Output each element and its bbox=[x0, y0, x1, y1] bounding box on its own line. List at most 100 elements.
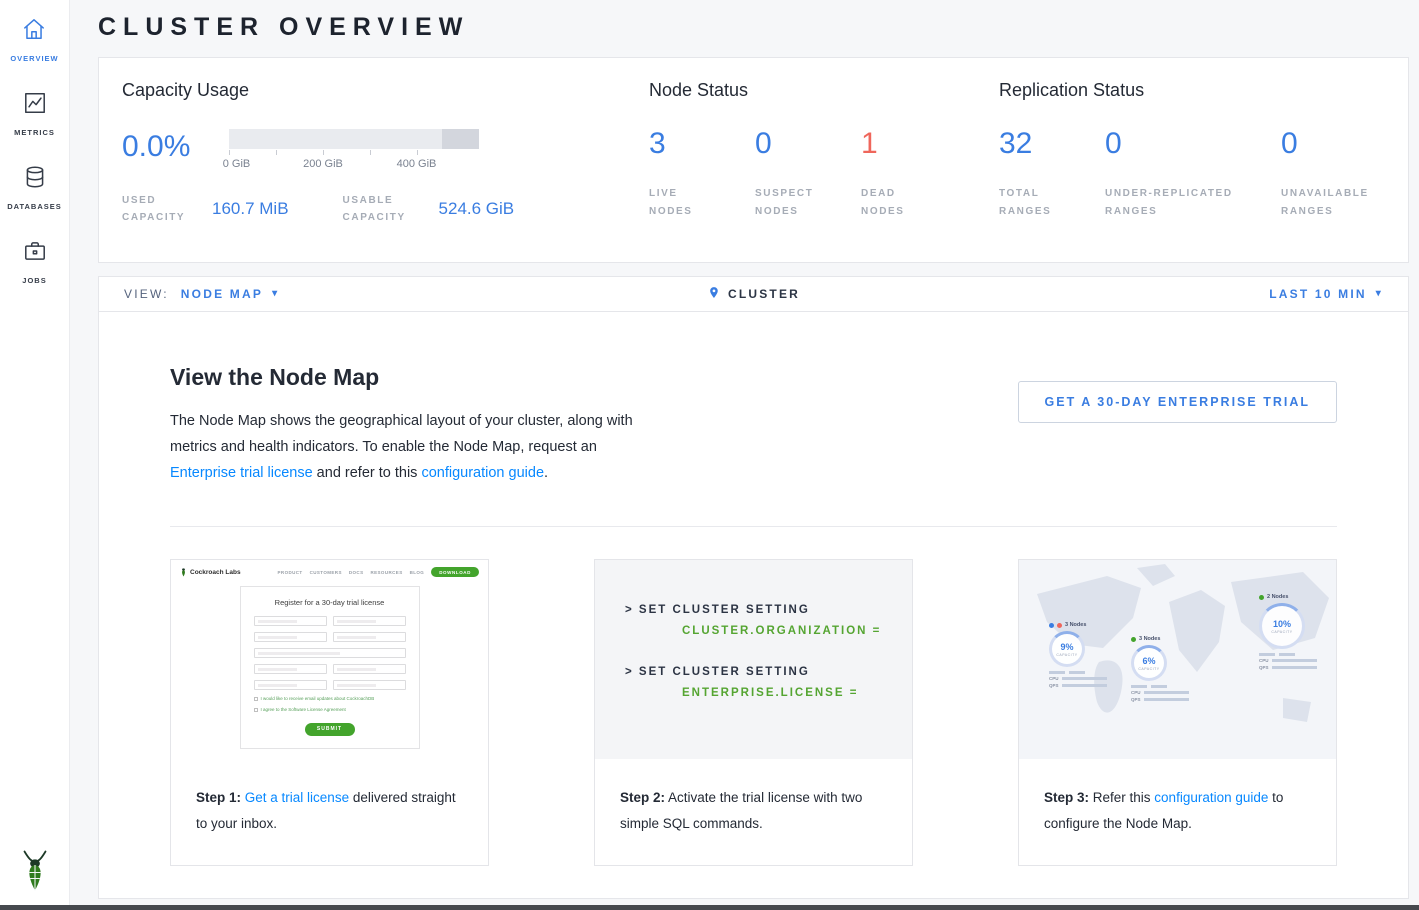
map-cluster: 3 Nodes 9% CAPACITY CPU QPS bbox=[1049, 622, 1107, 688]
get-trial-license-link[interactable]: Get a trial license bbox=[245, 790, 349, 805]
breadcrumb-cluster: CLUSTER bbox=[707, 285, 800, 303]
dead-nodes-count: 1 bbox=[861, 129, 967, 159]
page-title: CLUSTER OVERVIEW bbox=[98, 0, 1409, 57]
sidebar-item-label: JOBS bbox=[22, 276, 46, 285]
usable-capacity-label: USABLE CAPACITY bbox=[343, 192, 431, 226]
sidebar-item-overview[interactable]: OVERVIEW bbox=[10, 16, 58, 63]
step1-card: Cockroach Labs PRODUCT CUSTOMERS DOCS RE… bbox=[170, 559, 489, 866]
section-title: Capacity Usage bbox=[122, 80, 626, 101]
capacity-donut: 6% CAPACITY bbox=[1131, 645, 1167, 681]
mini-download-button: DOWNLOAD bbox=[431, 567, 479, 577]
sidebar-item-metrics[interactable]: METRICS bbox=[14, 90, 55, 137]
node-map-description: The Node Map shows the geographical layo… bbox=[170, 408, 633, 486]
step3-node-map-preview: 3 Nodes 9% CAPACITY CPU QPS bbox=[1019, 560, 1336, 759]
enterprise-trial-license-link[interactable]: Enterprise trial license bbox=[170, 465, 313, 481]
sidebar-item-databases[interactable]: DATABASES bbox=[7, 164, 62, 211]
mini-form-title: Register for a 30-day trial license bbox=[254, 598, 406, 607]
description-line: The Node Map shows the geographical layo… bbox=[170, 408, 633, 434]
mini-brand-text: Cockroach Labs bbox=[190, 569, 241, 576]
briefcase-icon bbox=[22, 238, 48, 269]
sql-command: > SET CLUSTER SETTING bbox=[625, 604, 912, 616]
used-capacity-label: USED CAPACITY bbox=[122, 192, 204, 226]
tick-label: 200 GiB bbox=[303, 158, 343, 170]
main-content: CLUSTER OVERVIEW Capacity Usage 0.0% bbox=[70, 0, 1419, 899]
configuration-guide-link[interactable]: configuration guide bbox=[1154, 790, 1268, 805]
view-label: VIEW: bbox=[124, 287, 169, 301]
node-status-section: Node Status 3 LIVE NODES 0 SUSPECT NODES… bbox=[626, 80, 976, 262]
replication-status-section: Replication Status 32 TOTAL RANGES 0 UND… bbox=[976, 80, 1408, 262]
step3-label: Step 3: bbox=[1044, 790, 1089, 805]
sidebar-item-jobs[interactable]: JOBS bbox=[22, 238, 48, 285]
cpu-stat-label: CPU bbox=[1259, 658, 1269, 663]
step2-caption: Step 2: Activate the trial license with … bbox=[595, 759, 912, 837]
qps-stat-label: QPS bbox=[1259, 665, 1269, 670]
qps-stat-label: QPS bbox=[1131, 697, 1141, 702]
chevron-down-icon: ▾ bbox=[272, 289, 279, 299]
map-pin-icon bbox=[707, 285, 720, 303]
cockroachdb-logo bbox=[20, 849, 50, 898]
unavailable-ranges-count: 0 bbox=[1281, 129, 1393, 159]
time-range-dropdown[interactable]: LAST 10 MIN ▾ bbox=[1269, 287, 1383, 301]
mini-cockroach-logo: Cockroach Labs bbox=[180, 567, 241, 577]
node-dot-icon bbox=[1049, 623, 1054, 628]
section-title: Replication Status bbox=[999, 80, 1408, 101]
sql-command: > SET CLUSTER SETTING bbox=[625, 666, 912, 678]
capacity-bar-track bbox=[229, 129, 479, 149]
live-nodes-stat: 3 LIVE NODES bbox=[649, 129, 755, 221]
node-dot-icon bbox=[1057, 623, 1062, 628]
cluster-capacity-label: CAPACITY bbox=[1056, 653, 1077, 657]
usable-capacity-value: 524.6 GiB bbox=[439, 199, 515, 219]
view-selected-value: NODE MAP bbox=[181, 287, 263, 301]
capacity-bar-segment bbox=[442, 129, 480, 149]
view-bar: VIEW: NODE MAP ▾ CLUSTER LAST 10 MIN ▾ bbox=[98, 276, 1409, 312]
mini-nav-item: BLOG bbox=[410, 570, 425, 575]
cluster-nodes-label: 2 Nodes bbox=[1267, 594, 1288, 600]
step2-code-block: > SET CLUSTER SETTING CLUSTER.ORGANIZATI… bbox=[595, 560, 912, 759]
unavailable-ranges-label: UNAVAILABLE RANGES bbox=[1281, 185, 1393, 221]
mini-nav-item: DOCS bbox=[349, 570, 364, 575]
suspect-nodes-count: 0 bbox=[755, 129, 861, 159]
step1-screenshot: Cockroach Labs PRODUCT CUSTOMERS DOCS RE… bbox=[171, 560, 488, 759]
cluster-nodes-label: 3 Nodes bbox=[1139, 636, 1160, 642]
cluster-nodes-label: 3 Nodes bbox=[1065, 622, 1086, 628]
node-map-panel: View the Node Map The Node Map shows the… bbox=[98, 312, 1409, 899]
qps-stat-label: QPS bbox=[1049, 683, 1059, 688]
mini-checkbox-label: I would like to receive email updates ab… bbox=[261, 696, 375, 702]
description-text: . bbox=[544, 465, 548, 481]
step1-label: Step 1: bbox=[196, 790, 241, 805]
node-map-heading: View the Node Map bbox=[170, 364, 633, 391]
capacity-used-percent: 0.0% bbox=[122, 129, 229, 162]
capacity-axis-ticks bbox=[229, 149, 479, 156]
suspect-nodes-stat: 0 SUSPECT NODES bbox=[755, 129, 861, 221]
capacity-donut: 9% CAPACITY bbox=[1049, 631, 1085, 667]
unavailable-ranges-stat: 0 UNAVAILABLE RANGES bbox=[1281, 129, 1393, 221]
description-line: Enterprise trial license and refer to th… bbox=[170, 460, 633, 486]
dead-nodes-label: DEAD NODES bbox=[861, 185, 916, 221]
chart-icon bbox=[22, 90, 48, 121]
cpu-stat-label: CPU bbox=[1049, 676, 1059, 681]
capacity-donut: 10% CAPACITY bbox=[1259, 603, 1305, 649]
view-selector-dropdown[interactable]: NODE MAP ▾ bbox=[181, 287, 280, 301]
chevron-down-icon: ▾ bbox=[1376, 289, 1383, 299]
configuration-guide-link[interactable]: configuration guide bbox=[421, 465, 544, 481]
database-icon bbox=[22, 164, 48, 195]
step2-card: > SET CLUSTER SETTING CLUSTER.ORGANIZATI… bbox=[594, 559, 913, 866]
mini-checkbox-label: I agree to the Software License Agreemen… bbox=[261, 707, 346, 713]
cluster-summary-card: Capacity Usage 0.0% 0 GiB bbox=[98, 57, 1409, 263]
total-ranges-label: TOTAL RANGES bbox=[999, 185, 1059, 221]
under-replicated-count: 0 bbox=[1105, 129, 1281, 159]
cluster-capacity-label: CAPACITY bbox=[1271, 630, 1292, 634]
under-replicated-label: UNDER-REPLICATED RANGES bbox=[1105, 185, 1255, 221]
sidebar-item-label: DATABASES bbox=[7, 202, 62, 211]
step3-caption: Step 3: Refer this configuration guide t… bbox=[1019, 759, 1336, 837]
mini-nav-item: CUSTOMERS bbox=[310, 570, 342, 575]
description-line: metrics and health indicators. To enable… bbox=[170, 434, 633, 460]
dead-nodes-stat: 1 DEAD NODES bbox=[861, 129, 967, 221]
cpu-stat-label: CPU bbox=[1131, 690, 1141, 695]
description-text: and refer to this bbox=[313, 465, 422, 481]
total-ranges-count: 32 bbox=[999, 129, 1105, 159]
live-nodes-label: LIVE NODES bbox=[649, 185, 709, 221]
enterprise-trial-button[interactable]: GET A 30-DAY ENTERPRISE TRIAL bbox=[1018, 381, 1337, 423]
capacity-usage-section: Capacity Usage 0.0% 0 GiB bbox=[99, 80, 626, 262]
total-ranges-stat: 32 TOTAL RANGES bbox=[999, 129, 1105, 221]
